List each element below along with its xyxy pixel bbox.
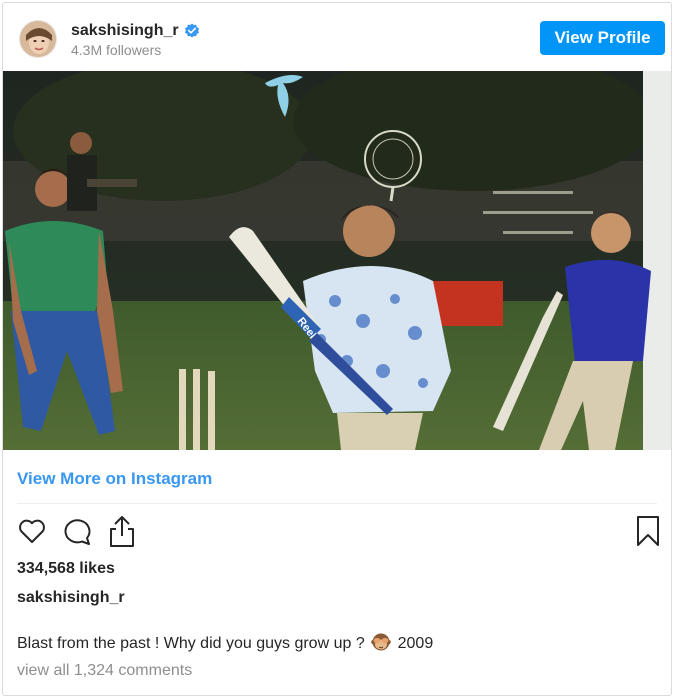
profile-username[interactable]: sakshisingh_r (71, 22, 179, 40)
divider (17, 503, 657, 504)
follower-count: 4.3M followers (71, 42, 162, 58)
post-photo[interactable]: Reebok (3, 71, 671, 450)
caption-year: 2009 (397, 635, 434, 652)
view-profile-button[interactable]: View Profile (540, 21, 665, 55)
post-header: sakshisingh_r 4.3M followers View Profil… (3, 3, 671, 73)
view-more-on-instagram-link[interactable]: View More on Instagram (17, 469, 212, 489)
see-no-evil-monkey-emoji (371, 633, 391, 651)
verified-badge-icon (185, 23, 199, 38)
comment-icon[interactable] (61, 516, 93, 546)
caption-username[interactable]: sakshisingh_r (17, 589, 125, 607)
like-count[interactable]: 334,568 likes (17, 560, 115, 578)
instagram-embed-card: sakshisingh_r 4.3M followers View Profil… (2, 2, 672, 696)
caption-text: Blast from the past ! Why did you guys g… (17, 635, 365, 652)
view-all-comments-link[interactable]: view all 1,324 comments (17, 662, 192, 680)
bookmark-icon[interactable] (635, 514, 661, 548)
post-caption: Blast from the past ! Why did you guys g… (17, 632, 433, 653)
share-icon[interactable] (107, 514, 137, 548)
avatar[interactable] (19, 20, 57, 58)
heart-icon[interactable] (17, 516, 47, 546)
